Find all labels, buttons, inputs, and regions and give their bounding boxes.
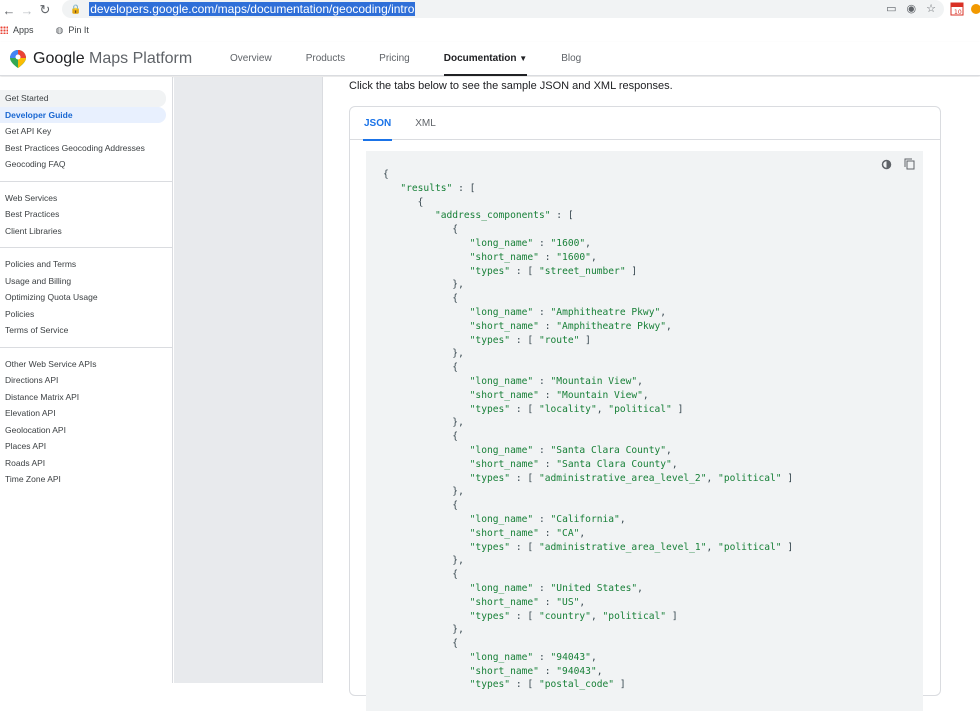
nav-pricing[interactable]: Pricing <box>379 42 410 76</box>
caret-down-icon: ▼ <box>519 54 528 63</box>
tab-json[interactable]: JSON <box>362 107 393 141</box>
sidebar-item[interactable]: Elevation API <box>0 405 166 422</box>
sidebar-item[interactable]: Geocoding FAQ <box>0 156 166 173</box>
forward-icon[interactable]: → <box>18 1 36 19</box>
lock-icon: 🔒 <box>70 3 82 14</box>
logo[interactable]: Google Maps Platform <box>8 49 192 69</box>
bookmark-apps[interactable]: Apps <box>0 25 34 35</box>
star-icon[interactable]: ☆ <box>926 2 936 15</box>
sidebar-item[interactable]: Distance Matrix API <box>0 389 166 406</box>
logo-google: Google <box>33 49 85 67</box>
bookmarks-bar: Apps ◍ Pin It <box>0 20 980 40</box>
reload-icon[interactable]: ↻ <box>36 1 54 19</box>
sidebar-item[interactable]: Get Started <box>0 90 166 107</box>
top-nav: Overview Products Pricing Documentation … <box>230 42 615 76</box>
logo-product: Maps Platform <box>89 49 193 67</box>
sidebar-item[interactable]: Client Libraries <box>0 223 166 240</box>
svg-text:10: 10 <box>954 9 962 16</box>
sidebar-item[interactable]: Terms of Service <box>0 322 166 339</box>
left-sidebar: Get Started Developer Guide Get API Key Bes… <box>0 77 173 683</box>
sidebar-divider <box>0 180 172 182</box>
browser-toolbar: ← → ↻ 🔒 developers.google.com/maps/docum… <box>0 0 980 20</box>
sidebar-item[interactable]: Places API <box>0 438 166 455</box>
sidebar-item[interactable]: Geolocation API <box>0 422 166 439</box>
bookmark-label: Pin It <box>68 25 89 35</box>
sidebar-item[interactable]: Policies <box>0 306 166 323</box>
bookmark-label: Apps <box>13 25 34 35</box>
url-text[interactable]: developers.google.com/maps/documentation… <box>89 2 416 16</box>
nav-documentation[interactable]: Documentation ▼ <box>443 42 528 76</box>
maps-pin-icon <box>10 49 26 68</box>
sidebar-item[interactable]: Usage and Billing <box>0 273 166 290</box>
tab-xml[interactable]: XML <box>415 107 436 140</box>
sidebar-item[interactable]: Best Practices Geocoding Addresses <box>0 140 166 157</box>
code-block: { "results" : [ { "address_components" :… <box>366 151 923 711</box>
sidebar-section-heading[interactable]: Policies and Terms <box>0 256 166 273</box>
nav-documentation-label: Documentation <box>443 53 517 64</box>
nav-blog[interactable]: Blog <box>561 42 581 76</box>
lens-icon[interactable]: ◉ <box>907 2 917 15</box>
copy-icon[interactable] <box>904 157 915 175</box>
sidebar-item[interactable]: Roads API <box>0 455 166 472</box>
nav-products[interactable]: Products <box>306 42 345 76</box>
theme-toggle-icon[interactable] <box>881 157 892 175</box>
tab-bar: JSON XML <box>350 107 940 141</box>
sidebar-item[interactable]: Developer Guide <box>0 106 166 123</box>
bookmark-pinit[interactable]: ◍ Pin It <box>56 25 89 36</box>
response-card: JSON XML { "results" : [ { "address_comp… <box>349 106 941 711</box>
sidebar-section-heading[interactable]: Web Services <box>0 190 166 207</box>
sidebar-item[interactable]: Directions API <box>0 372 166 389</box>
sidebar-divider <box>0 346 172 348</box>
back-icon[interactable]: ← <box>0 1 18 19</box>
sidebar-item[interactable]: Optimizing Quota Usage <box>0 289 166 306</box>
sidebar-item[interactable]: Best Practices <box>0 206 166 223</box>
json-code: { "results" : [ { "address_components" :… <box>383 169 794 691</box>
extension-icon[interactable]: 10 <box>950 1 964 17</box>
intro-text: Click the tabs below to see the sample J… <box>349 80 673 92</box>
site-header: Google Maps Platform Overview Products P… <box>0 42 980 76</box>
sidebar-divider <box>0 247 172 248</box>
cast-icon[interactable]: ▭ <box>886 2 896 15</box>
nav-overview[interactable]: Overview <box>230 42 272 76</box>
sidebar-section-heading[interactable]: Other Web Service APIs <box>0 356 166 373</box>
address-bar[interactable]: 🔒 developers.google.com/maps/documentati… <box>62 0 944 18</box>
main-content: Click the tabs below to see the sample J… <box>322 77 980 711</box>
apps-grid-icon <box>0 26 8 34</box>
globe-icon: ◍ <box>55 24 64 35</box>
sidebar-item[interactable]: Get API Key <box>0 123 166 140</box>
extension-icon-2[interactable] <box>970 1 980 17</box>
sidebar-item[interactable]: Time Zone API <box>0 471 166 488</box>
